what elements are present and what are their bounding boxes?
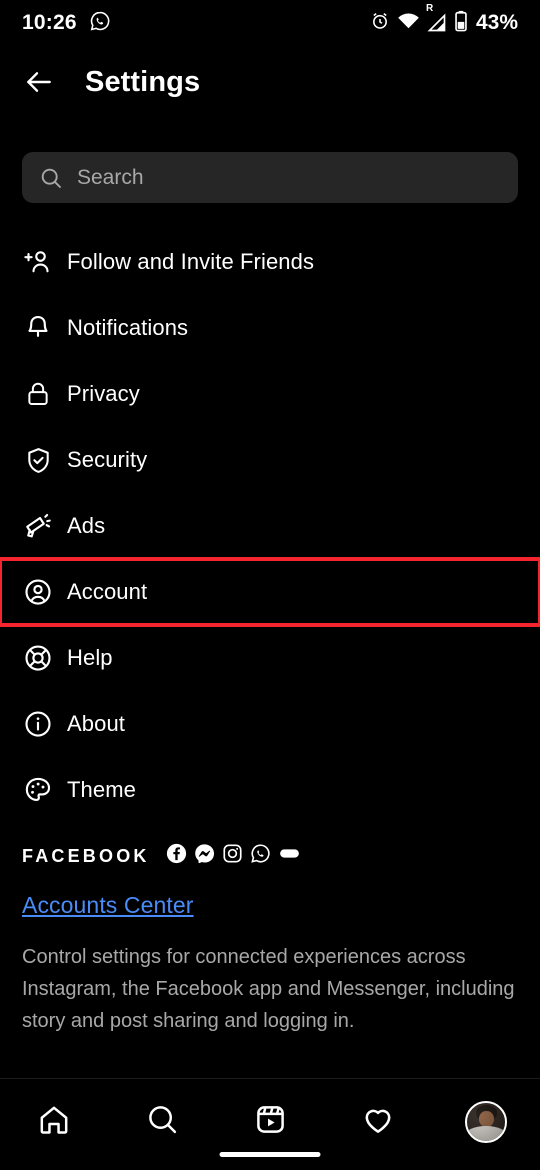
- facebook-description: Control settings for connected experienc…: [22, 946, 515, 1032]
- avatar-shading: [467, 1103, 505, 1141]
- messenger-icon: [194, 843, 215, 869]
- status-time: 10:26: [22, 11, 77, 34]
- menu-item-label: Theme: [67, 777, 136, 802]
- menu-item-label: About: [67, 711, 125, 736]
- menu-item-label: Help: [67, 645, 113, 670]
- menu-item-label: Security: [67, 447, 148, 472]
- page-title: Settings: [85, 65, 201, 98]
- settings-menu: Follow and Invite Friends Notifications …: [0, 229, 540, 823]
- account-circle-icon: [22, 576, 54, 608]
- heart-icon: [361, 1103, 395, 1142]
- lock-icon: [22, 378, 54, 410]
- nav-item-search[interactable]: [125, 1097, 199, 1147]
- search-icon: [146, 1103, 179, 1141]
- shield-check-icon: [22, 444, 54, 476]
- palette-icon: [22, 774, 54, 806]
- facebook-brand-line: FACEBOOK: [22, 836, 522, 876]
- avatar-icon: [465, 1101, 507, 1143]
- menu-item-label: Notifications: [67, 315, 189, 340]
- menu-item-account[interactable]: Account: [0, 557, 540, 627]
- nav-item-reels[interactable]: [233, 1097, 307, 1147]
- menu-item-privacy[interactable]: Privacy: [0, 361, 540, 427]
- app-header: Settings: [0, 46, 540, 118]
- status-bar-right: R 43%: [370, 4, 518, 37]
- facebook-app-icons: [166, 843, 301, 869]
- battery-percent: 43%: [475, 11, 518, 34]
- home-icon: [37, 1103, 71, 1142]
- menu-item-security[interactable]: Security: [0, 427, 540, 493]
- nav-item-home[interactable]: [17, 1097, 91, 1147]
- menu-item-follow-and-invite-friends[interactable]: Follow and Invite Friends: [0, 229, 540, 295]
- bottom-navigation-bar: [0, 1079, 540, 1170]
- menu-item-ads[interactable]: Ads: [0, 493, 540, 559]
- battery-icon: [454, 10, 468, 37]
- wifi-icon: [397, 11, 420, 36]
- menu-item-notifications[interactable]: Notifications: [0, 295, 540, 361]
- home-indicator[interactable]: [219, 1152, 321, 1157]
- facebook-wordmark: FACEBOOK: [22, 845, 150, 866]
- back-arrow-icon: [27, 72, 51, 92]
- info-circle-icon: [22, 708, 54, 740]
- search-field[interactable]: [22, 152, 518, 203]
- status-bar: 10:26 R 43%: [0, 0, 540, 46]
- menu-item-label: Account: [67, 579, 148, 604]
- nav-item-activity[interactable]: [341, 1097, 415, 1147]
- search-input[interactable]: [77, 165, 457, 190]
- oculus-icon: [278, 843, 301, 869]
- menu-item-about[interactable]: About: [0, 691, 540, 757]
- cell-signal-icon: R: [426, 4, 447, 33]
- menu-item-theme[interactable]: Theme: [0, 757, 540, 823]
- back-button[interactable]: [12, 55, 66, 109]
- whatsapp-icon: [89, 10, 111, 37]
- bell-icon: [22, 312, 54, 344]
- facebook-section: FACEBOOK Accounts Center Control setting…: [22, 836, 522, 1037]
- instagram-icon: [222, 843, 243, 869]
- roaming-indicator: R: [425, 3, 434, 14]
- add-person-icon: [22, 246, 54, 278]
- menu-item-label: Ads: [67, 513, 106, 538]
- menu-item-label: Follow and Invite Friends: [67, 249, 315, 274]
- megaphone-icon: [22, 510, 54, 542]
- whatsapp-icon: [250, 843, 271, 869]
- status-bar-left: 10:26: [22, 10, 111, 37]
- menu-item-help[interactable]: Help: [0, 625, 540, 691]
- accounts-center-link[interactable]: Accounts Center: [22, 892, 522, 919]
- life-ring-icon: [22, 642, 54, 674]
- search-icon: [39, 166, 63, 190]
- nav-item-profile[interactable]: [449, 1097, 523, 1147]
- alarm-icon: [370, 11, 390, 36]
- reels-icon: [254, 1103, 287, 1141]
- menu-item-label: Privacy: [67, 381, 140, 406]
- facebook-icon: [166, 843, 187, 869]
